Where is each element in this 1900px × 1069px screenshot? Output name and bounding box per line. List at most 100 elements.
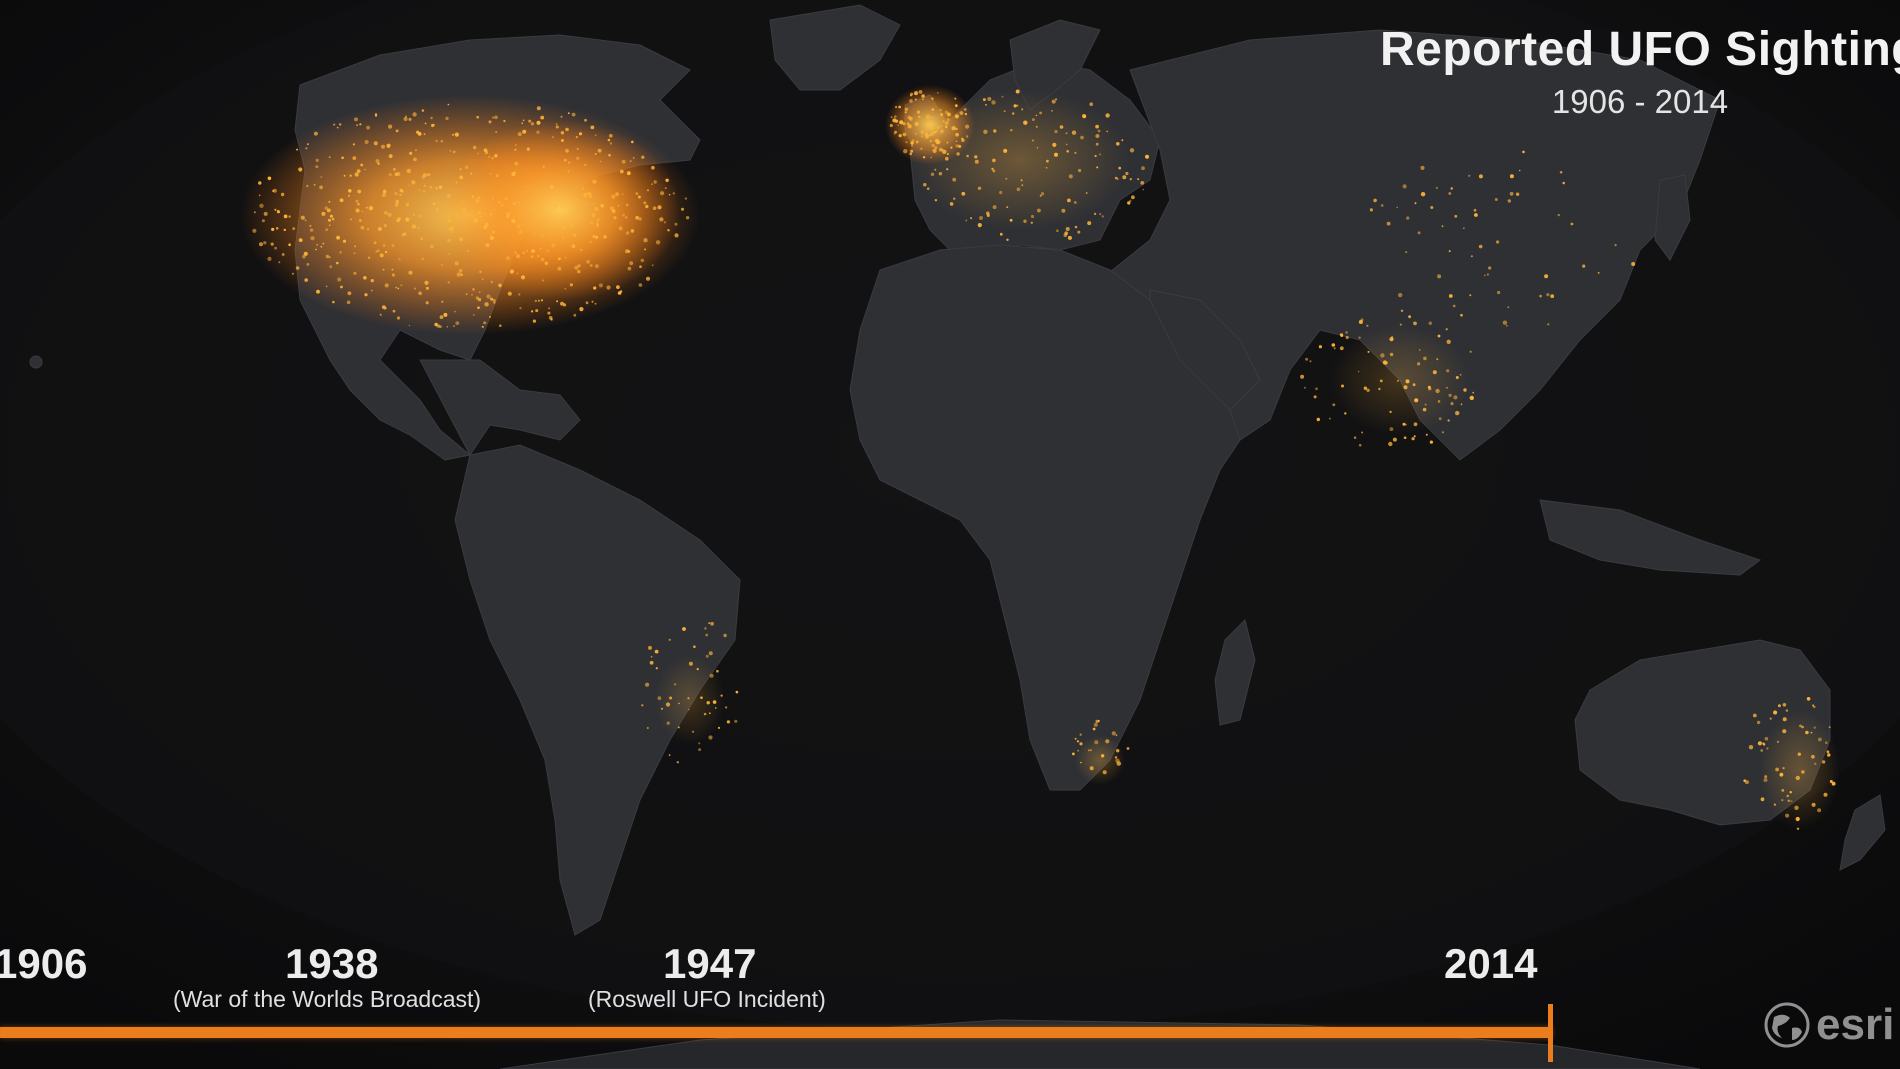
sighting-point (1823, 792, 1828, 797)
sighting-point (926, 114, 931, 120)
sighting-point (615, 192, 619, 197)
sighting-point (569, 223, 575, 228)
sighting-point (376, 249, 380, 253)
sighting-point (607, 138, 611, 142)
sighting-point (578, 132, 583, 136)
sighting-point (1087, 749, 1090, 752)
sighting-point (441, 300, 444, 303)
sighting-point (361, 210, 364, 213)
sighting-point (573, 233, 576, 237)
sighting-point (1101, 215, 1104, 218)
sighting-point (514, 144, 517, 147)
sighting-point (518, 201, 521, 203)
sighting-point (1748, 745, 1754, 750)
hawaii (29, 355, 43, 369)
sighting-point (1105, 739, 1110, 744)
sighting-point (329, 214, 333, 218)
sighting-point (1332, 403, 1336, 407)
sighting-point (911, 145, 913, 147)
sighting-point (1546, 293, 1550, 297)
sighting-point (1333, 347, 1336, 350)
sighting-point (494, 115, 498, 120)
sighting-point (1448, 294, 1453, 298)
sighting-point (955, 140, 958, 143)
sighting-point (1030, 221, 1034, 224)
sighting-point (945, 156, 949, 161)
sighting-point (991, 100, 996, 105)
sighting-point (459, 175, 464, 180)
sighting-point (384, 210, 388, 215)
sighting-point (1096, 166, 1099, 169)
sighting-point (1420, 165, 1425, 170)
sighting-point (954, 104, 958, 107)
sighting-point (565, 149, 569, 153)
sighting-point (278, 261, 281, 264)
sighting-point (1468, 174, 1471, 177)
sighting-point (1102, 770, 1107, 775)
sighting-point (455, 181, 458, 184)
sighting-point (595, 235, 599, 239)
timeline-cursor[interactable] (1548, 1004, 1553, 1062)
sighting-point (454, 132, 459, 137)
world-map (0, 0, 1900, 1069)
sighting-point (420, 237, 424, 241)
sighting-point (506, 256, 510, 261)
sighting-point (313, 131, 318, 136)
sighting-point (1077, 749, 1079, 752)
sighting-point (992, 158, 996, 163)
sighting-point (1037, 208, 1041, 213)
sighting-point (1079, 733, 1082, 736)
sighting-point (1799, 724, 1802, 728)
sighting-point (274, 246, 277, 250)
sighting-point (955, 144, 959, 148)
sighting-point (580, 248, 583, 251)
sighting-point (657, 696, 662, 701)
sighting-point (635, 192, 639, 195)
sighting-point (379, 313, 382, 316)
sighting-point (514, 251, 518, 254)
sighting-point (1441, 431, 1444, 434)
sighting-point (666, 721, 670, 725)
sighting-point (288, 243, 291, 246)
sighting-point (893, 115, 897, 118)
sighting-point (909, 99, 913, 103)
sighting-point (911, 139, 915, 143)
sighting-point (918, 115, 921, 118)
sighting-point (1437, 334, 1441, 338)
sighting-point (638, 283, 643, 287)
sighting-point (1315, 387, 1318, 391)
sighting-point (425, 301, 429, 305)
sighting-point (641, 704, 644, 707)
sighting-point (685, 216, 690, 220)
sighting-point (481, 278, 484, 281)
sighting-point (999, 232, 1003, 236)
sighting-point (478, 291, 481, 294)
sighting-point (1080, 761, 1082, 764)
sighting-point (596, 218, 600, 222)
sighting-point (1769, 717, 1772, 720)
sighting-point (1389, 337, 1394, 342)
sighting-point (1358, 443, 1362, 447)
sighting-point (1790, 800, 1793, 802)
sighting-point (413, 287, 417, 290)
sighting-point (332, 300, 335, 304)
sighting-point (340, 285, 343, 289)
sighting-point (1099, 213, 1102, 216)
sighting-point (1582, 264, 1586, 268)
sighting-point (280, 192, 285, 197)
sighting-point (309, 224, 312, 227)
sighting-point (1827, 753, 1831, 757)
sighting-point (349, 174, 352, 177)
sighting-point (708, 712, 711, 715)
sighting-point (594, 264, 600, 269)
sighting-point (1459, 373, 1462, 376)
sighting-point (1076, 740, 1080, 743)
sightings-brazil-glow (655, 655, 725, 745)
sighting-point (300, 215, 305, 220)
sighting-point (926, 129, 929, 132)
sighting-point (336, 235, 340, 240)
sighting-point (600, 204, 604, 208)
sighting-point (591, 213, 596, 217)
sighting-point (1813, 726, 1816, 729)
sighting-point (430, 244, 434, 249)
